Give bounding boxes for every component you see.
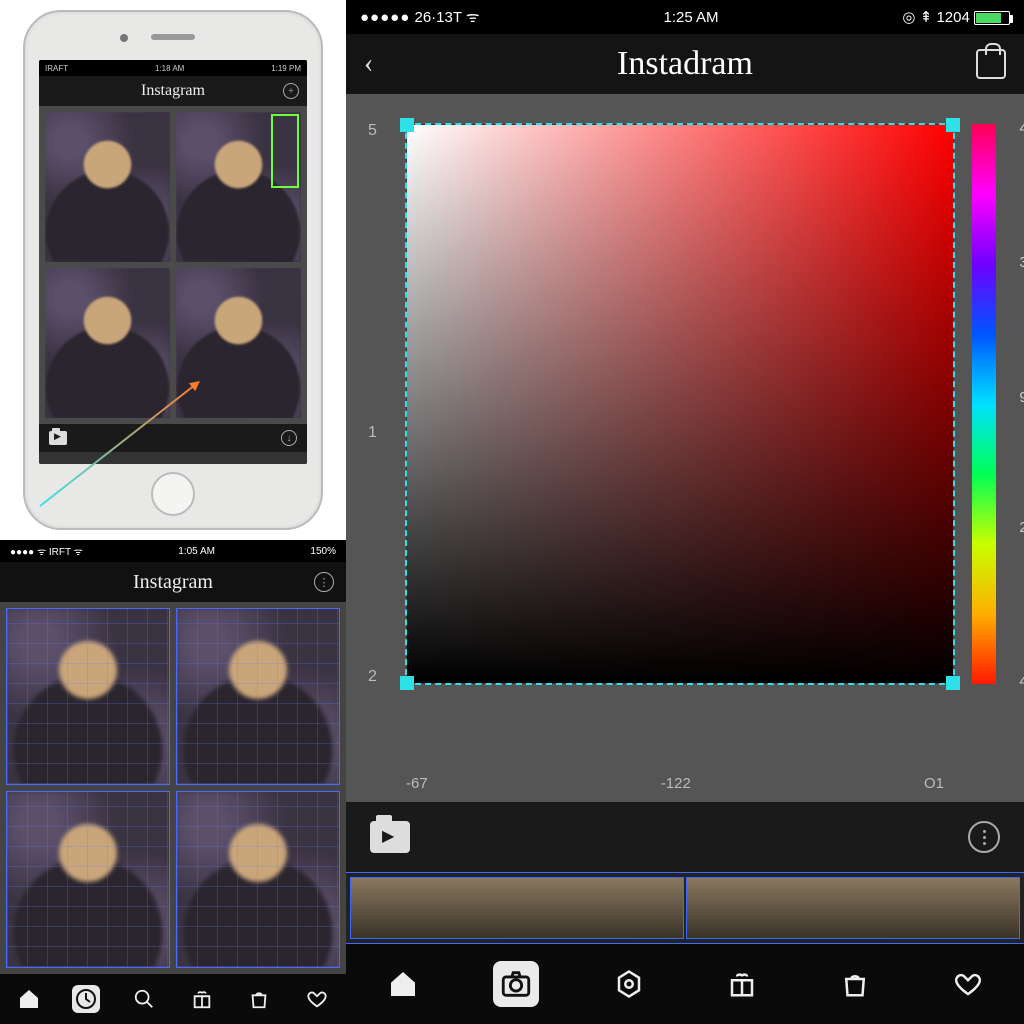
y-tick-bot: 2 <box>368 668 377 686</box>
mini-header-action[interactable]: + <box>283 83 299 99</box>
tab-heart[interactable] <box>945 961 991 1007</box>
home-button[interactable] <box>151 472 195 516</box>
x-tick-3: O1 <box>924 775 944 792</box>
mini-photo-1[interactable] <box>45 112 170 262</box>
lower-title: Instagram <box>133 571 213 594</box>
more-vertical-icon[interactable] <box>968 821 1000 853</box>
list-item[interactable] <box>686 877 1020 939</box>
picker-wrap: 5 1 2 45 30 90 20 40 <box>406 124 996 684</box>
tab-gift[interactable] <box>188 985 216 1013</box>
lower-app-screen: ●●●● ᯤ IRFT ᯤ 1:05 AM 150% Instagram ⋮ <box>0 540 346 1024</box>
crop-handle-tl[interactable] <box>400 118 414 132</box>
phone-screen: IRAFT 1:18 AM 1:19 PM Instagram + ↓ <box>39 60 307 464</box>
hue-label-20: 20 <box>1019 519 1024 536</box>
hue-label-40: 40 <box>1019 673 1024 690</box>
status-right: ◎ ⇞ 1204 <box>902 8 1010 26</box>
right-app-title: Instadram <box>617 45 753 83</box>
hue-slider[interactable]: 45 30 90 20 40 <box>972 124 996 684</box>
lower-photo-2[interactable] <box>176 608 340 785</box>
x-tick-1: -67 <box>406 775 428 792</box>
wifi-icon: ᯤ <box>466 9 480 26</box>
lower-status-bar: ●●●● ᯤ IRFT ᯤ 1:05 AM 150% <box>0 540 346 562</box>
status-left: ●●●●● 26·13T ᯤ <box>360 7 480 27</box>
tab-camera-selected[interactable] <box>493 961 539 1007</box>
tab-settings[interactable] <box>606 961 652 1007</box>
lower-battery: 150% <box>310 546 336 557</box>
bag-icon[interactable] <box>976 49 1006 79</box>
crop-handle-tr[interactable] <box>946 118 960 132</box>
right-app-header: ‹ Instadram <box>346 34 1024 94</box>
tab-home[interactable] <box>380 961 426 1007</box>
mini-scroll-strip[interactable] <box>39 452 307 464</box>
lower-photo-4[interactable] <box>176 791 340 968</box>
mini-photo-2-selected[interactable] <box>176 112 301 262</box>
y-tick-top: 5 <box>368 122 377 140</box>
lower-header-more[interactable]: ⋮ <box>314 572 334 592</box>
camera-play-icon[interactable] <box>370 821 410 853</box>
hue-label-30: 30 <box>1019 254 1024 271</box>
hue-label-45: 45 <box>1019 120 1024 137</box>
tab-home[interactable] <box>15 985 43 1013</box>
battery-pct: 1204 <box>936 9 969 26</box>
lower-header: Instagram ⋮ <box>0 562 346 602</box>
right-status-bar: ●●●●● 26·13T ᯤ 1:25 AM ◎ ⇞ 1204 <box>346 0 1024 34</box>
mini-status-bar: IRAFT 1:18 AM 1:19 PM <box>39 60 307 76</box>
phone-front-camera <box>120 34 128 42</box>
mini-photo-grid <box>39 106 307 424</box>
left-column: IRAFT 1:18 AM 1:19 PM Instagram + ↓ <box>0 0 346 1024</box>
phone-speaker <box>151 34 195 40</box>
color-picker-area: 5 1 2 45 30 90 20 40 -67 -122 <box>346 94 1024 802</box>
hue-label-90: 90 <box>1019 389 1024 406</box>
mini-footer: ↓ <box>39 424 307 452</box>
mini-app-title: Instagram <box>141 82 205 100</box>
hotspot-icon: ⇞ <box>920 9 933 26</box>
battery-icon <box>974 11 1010 25</box>
tab-heart[interactable] <box>303 985 331 1013</box>
mini-photo-4[interactable] <box>176 268 301 418</box>
tab-search[interactable] <box>130 985 158 1013</box>
mini-app-header: Instagram + <box>39 76 307 106</box>
back-button[interactable]: ‹ <box>364 48 373 80</box>
iphone-mockup: IRAFT 1:18 AM 1:19 PM Instagram + ↓ <box>0 0 346 540</box>
sv-color-plane[interactable] <box>406 124 954 684</box>
target-icon: ◎ <box>902 9 915 26</box>
mini-photo-3[interactable] <box>45 268 170 418</box>
mini-time: 1:18 AM <box>155 64 184 73</box>
signal-dots-icon: ●●●●● <box>360 9 410 26</box>
x-tick-2: -122 <box>661 775 691 792</box>
crop-frame[interactable] <box>405 123 955 685</box>
mini-right: 1:19 PM <box>271 64 301 73</box>
crop-handle-br[interactable] <box>946 676 960 690</box>
tab-explore-selected[interactable] <box>72 985 100 1013</box>
right-toolbar <box>346 802 1024 872</box>
tab-bag[interactable] <box>832 961 878 1007</box>
phone-body: IRAFT 1:18 AM 1:19 PM Instagram + ↓ <box>23 10 323 530</box>
tab-bag[interactable] <box>245 985 273 1013</box>
lower-photo-3[interactable] <box>6 791 170 968</box>
list-item[interactable] <box>350 877 684 939</box>
status-time: 1:25 AM <box>664 9 719 26</box>
tab-gift[interactable] <box>719 961 765 1007</box>
right-column: ●●●●● 26·13T ᯤ 1:25 AM ◎ ⇞ 1204 ‹ Instad… <box>346 0 1024 1024</box>
lower-carrier: ●●●● ᯤ IRFT ᯤ <box>10 544 83 558</box>
camera-play-icon[interactable] <box>49 431 67 445</box>
thumbnail-strip[interactable] <box>346 872 1024 944</box>
right-tabbar <box>346 944 1024 1024</box>
mini-carrier: IRAFT <box>45 64 68 73</box>
x-axis: -67 -122 O1 <box>406 775 944 792</box>
y-tick-mid: 1 <box>368 424 377 442</box>
lower-photo-1[interactable] <box>6 608 170 785</box>
lower-photo-grid <box>0 602 346 974</box>
download-circle-icon[interactable]: ↓ <box>281 430 297 446</box>
lower-time: 1:05 AM <box>178 546 215 557</box>
lower-tabbar <box>0 974 346 1024</box>
carrier-label: 26·13T <box>414 9 461 26</box>
crop-handle-bl[interactable] <box>400 676 414 690</box>
